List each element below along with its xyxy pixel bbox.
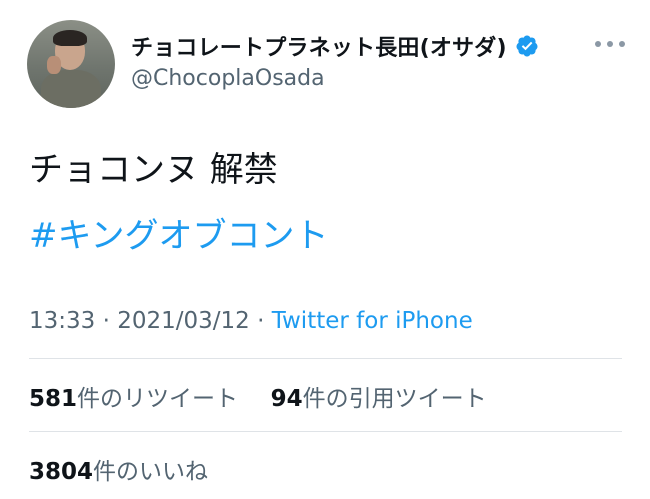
dot-icon bbox=[607, 41, 613, 47]
retweets-label: 件のリツイート bbox=[77, 386, 239, 412]
divider bbox=[29, 358, 622, 359]
quotes-label: 件の引用ツイート bbox=[302, 386, 487, 412]
divider bbox=[29, 431, 622, 432]
quotes-stat[interactable]: 94件の引用ツイート bbox=[271, 386, 487, 412]
tweet-source-link[interactable]: Twitter for iPhone bbox=[272, 308, 473, 334]
meta-separator: · bbox=[257, 308, 272, 334]
engagement-stats: 581件のリツイート 94件の引用ツイート bbox=[29, 379, 487, 413]
name-row: チョコレートプラネット長田(オサダ) bbox=[131, 30, 539, 62]
meta-separator: · bbox=[102, 308, 118, 334]
likes-label: 件のいいね bbox=[93, 459, 209, 485]
tweet-text: チョコンヌ 解禁 bbox=[29, 150, 278, 190]
tweet-date: 2021/03/12 bbox=[117, 308, 250, 334]
likes-count: 3804 bbox=[29, 459, 94, 485]
tweet-meta: 13:33 · 2021/03/12 · Twitter for iPhone bbox=[29, 308, 473, 334]
tweet-time: 13:33 bbox=[29, 308, 96, 334]
user-handle[interactable]: @ChocoplaOsada bbox=[131, 66, 325, 91]
likes-stat[interactable]: 3804件のいいね bbox=[29, 452, 208, 486]
quotes-count: 94 bbox=[270, 386, 303, 412]
retweets-stat[interactable]: 581件のリツイート bbox=[29, 386, 245, 412]
more-options-icon[interactable] bbox=[590, 32, 630, 56]
hashtag-link[interactable]: #キングオブコント bbox=[29, 216, 328, 257]
dot-icon bbox=[595, 41, 601, 47]
avatar-hand-shape bbox=[47, 56, 61, 74]
avatar-hair-shape bbox=[53, 30, 87, 46]
verified-badge-icon bbox=[515, 34, 539, 58]
display-name[interactable]: チョコレートプラネット長田(オサダ) bbox=[131, 30, 507, 62]
avatar[interactable] bbox=[27, 20, 115, 108]
retweets-count: 581 bbox=[29, 386, 78, 412]
avatar-body-shape bbox=[41, 70, 101, 108]
dot-icon bbox=[619, 41, 625, 47]
